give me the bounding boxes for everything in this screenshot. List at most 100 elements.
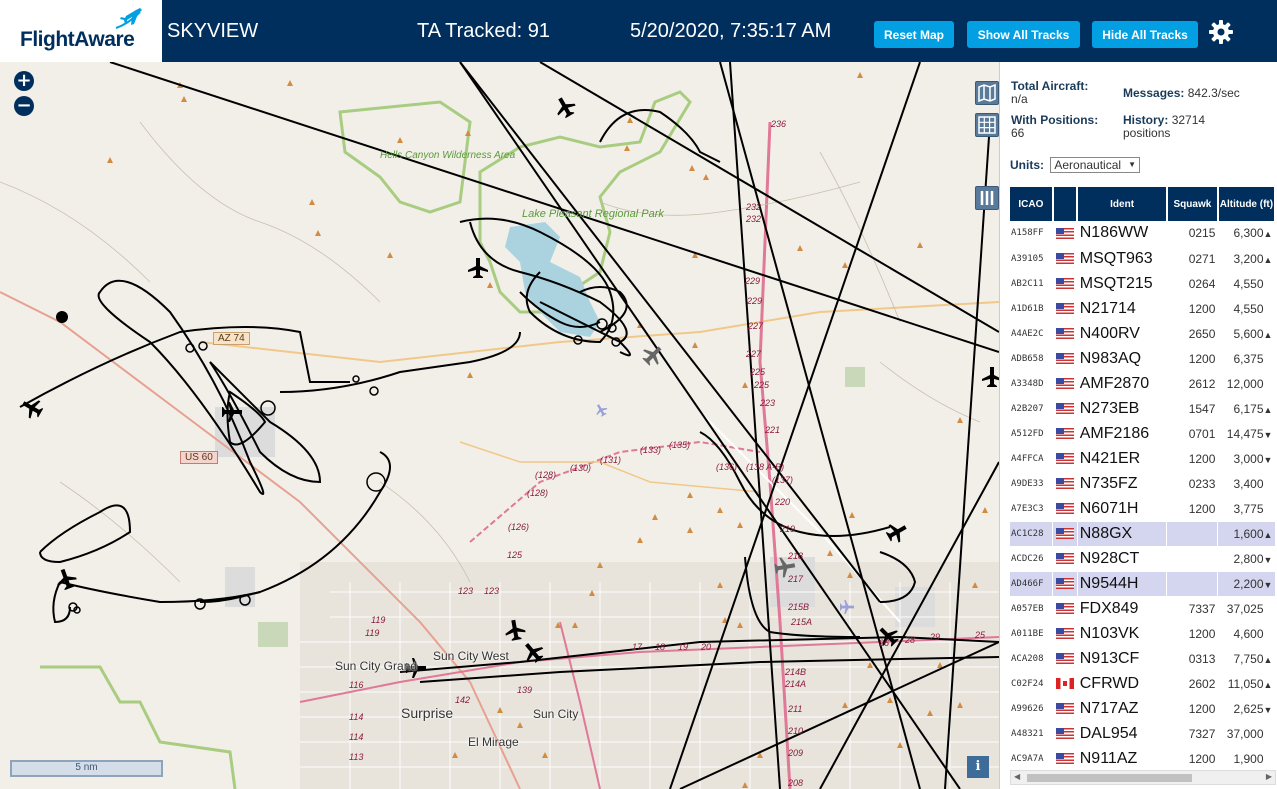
altitude-trend-icon: ▼ (1263, 579, 1273, 590)
col-squawk[interactable]: Squawk (1166, 187, 1219, 221)
exit-label: 218 (788, 551, 804, 561)
squawk-cell: 1200 (1166, 621, 1219, 647)
us-flag-icon (1056, 752, 1075, 764)
altitude-cell: 2,625▼ (1217, 696, 1276, 722)
us-flag-icon (1056, 552, 1075, 564)
squawk-cell: 0313 (1166, 646, 1219, 672)
icao-cell: A057EB (1010, 596, 1054, 622)
aircraft-row[interactable]: AD466F N9544H 2,200▼ (1010, 571, 1276, 597)
altitude-trend-icon: ▼ (1263, 454, 1273, 465)
aircraft-row[interactable]: A2B207 N273EB 1547 6,175▲ (1010, 396, 1276, 422)
aircraft-row[interactable]: AC1C28 N88GX 1,600▲ (1010, 521, 1276, 547)
us-flag-icon (1056, 627, 1075, 639)
aircraft-row[interactable]: A4FFCA N421ER 1200 3,000▼ (1010, 446, 1276, 472)
aircraft-row[interactable]: A9DE33 N735FZ 0233 3,400 (1010, 471, 1276, 497)
squawk-cell: 1200 (1166, 446, 1219, 472)
aircraft-row[interactable]: A7E3C3 N6071H 1200 3,775 (1010, 496, 1276, 522)
total-aircraft-label: Total Aircraft: (1011, 79, 1089, 93)
altitude-value: 4,600 (1233, 626, 1264, 641)
exit-label: 29 (930, 632, 941, 642)
aircraft-row[interactable]: ACDC26 N928CT 2,800▼ (1010, 546, 1276, 572)
exit-label: 123 (484, 586, 500, 596)
exit-label: 209 (788, 748, 804, 758)
with-positions-value: 66 (1011, 126, 1025, 140)
col-altitude[interactable]: Altitude (ft) (1217, 187, 1277, 221)
hide-all-tracks-button[interactable]: Hide All Tracks (1092, 21, 1198, 48)
scroll-right-icon[interactable]: ▶ (1266, 772, 1272, 781)
icao-cell: A1D61B (1010, 296, 1054, 322)
flightaware-logo[interactable]: FlightAware (0, 0, 162, 62)
exit-label: (137) (772, 475, 794, 485)
exit-label: 210 (788, 726, 804, 736)
aircraft-row[interactable]: A1D61B N21714 1200 4,550 (1010, 296, 1276, 322)
zoom-out-button[interactable]: − (14, 96, 34, 116)
altitude-cell: 11,050▲ (1217, 671, 1276, 697)
toggle-sidebar-button[interactable] (975, 186, 999, 210)
aircraft-row[interactable]: ADB658 N983AQ 1200 6,375 (1010, 346, 1276, 372)
units-select[interactable]: Aeronautical (1050, 157, 1141, 173)
map-icon (978, 83, 996, 103)
reset-map-button[interactable]: Reset Map (874, 21, 954, 48)
grid-toggle-button[interactable] (975, 113, 999, 137)
icao-cell: A3348D (1010, 371, 1054, 397)
squawk-cell: 1547 (1166, 396, 1219, 422)
flag-cell (1052, 271, 1078, 297)
exit-label: 214A (785, 679, 807, 689)
exit-label: (133) (640, 445, 662, 455)
exit-label: 225 (754, 380, 770, 390)
exit-label: 219 (780, 524, 796, 534)
aircraft-row[interactable]: A057EB FDX849 7337 37,025 (1010, 596, 1276, 622)
exit-label: 25 (975, 630, 986, 640)
col-icao[interactable]: ICAO (1010, 187, 1054, 221)
us-flag-icon (1056, 727, 1075, 739)
altitude-cell: 4,550 (1217, 296, 1276, 322)
horizontal-scrollbar[interactable]: ◀ ▶ (1010, 770, 1276, 785)
show-all-tracks-button[interactable]: Show All Tracks (967, 21, 1080, 48)
icao-cell: A7E3C3 (1010, 496, 1054, 522)
zoom-in-button[interactable]: + (14, 71, 34, 91)
us-flag-icon (1056, 452, 1075, 464)
exit-label: 114 (349, 732, 364, 742)
ident-cell: AMF2870 (1077, 371, 1168, 397)
aircraft-row[interactable]: A4AE2C N400RV 2650 5,600▲ (1010, 321, 1276, 347)
flag-cell (1052, 596, 1078, 622)
gear-icon[interactable] (1207, 18, 1235, 46)
icao-cell: C02F24 (1010, 671, 1054, 697)
aircraft-row[interactable]: C02F24 CFRWD 2602 11,050▲ (1010, 671, 1276, 697)
col-flag[interactable] (1052, 187, 1079, 221)
squawk-cell: 2650 (1166, 321, 1219, 347)
map-info-button[interactable]: i (967, 756, 989, 778)
icao-cell: A512FD (1010, 421, 1054, 447)
altitude-cell: 6,175▲ (1217, 396, 1276, 422)
exit-label: (135) (669, 440, 691, 450)
flag-cell (1052, 221, 1078, 247)
scrollbar-thumb[interactable] (1027, 774, 1192, 782)
map-layers-button[interactable] (975, 81, 999, 105)
aircraft-row[interactable]: A99626 N717AZ 1200 2,625▼ (1010, 696, 1276, 722)
altitude-value: 2,200 (1233, 576, 1264, 591)
altitude-cell: 4,550 (1217, 271, 1276, 297)
icao-cell: ACA208 (1010, 646, 1054, 672)
exit-label: 227 (748, 321, 764, 331)
aircraft-row[interactable]: A39105 MSQT963 0271 3,200▲ (1010, 246, 1276, 272)
altitude-cell: 3,775 (1217, 496, 1276, 522)
ident-cell: N88GX (1077, 521, 1168, 547)
exit-label: (138 A-B) (746, 462, 785, 472)
aircraft-row[interactable]: A011BE N103VK 1200 4,600 (1010, 621, 1276, 647)
us-flag-icon (1056, 702, 1075, 714)
aircraft-row[interactable]: A48321 DAL954 7327 37,000 (1010, 721, 1276, 747)
ident-cell: N21714 (1077, 296, 1168, 322)
history-label: History: (1123, 113, 1169, 127)
sun-city-label: Sun City (533, 707, 579, 721)
aircraft-row[interactable]: A158FF N186WW 0215 6,300▲ (1010, 221, 1276, 247)
aircraft-row[interactable]: ACA208 N913CF 0313 7,750▲ (1010, 646, 1276, 672)
icao-cell: A9DE33 (1010, 471, 1054, 497)
aircraft-row[interactable]: A512FD AMF2186 0701 14,475▼ (1010, 421, 1276, 447)
ident-cell: MSQT215 (1077, 271, 1168, 297)
aircraft-row[interactable]: A3348D AMF2870 2612 12,000 (1010, 371, 1276, 397)
flight-map[interactable]: Hells Canyon Wilderness Area Lake Pleasa… (0, 62, 999, 789)
col-ident[interactable]: Ident (1077, 187, 1168, 221)
aircraft-row[interactable]: AC9A7A N911AZ 1200 1,900 (1010, 746, 1276, 772)
aircraft-row[interactable]: AB2C11 MSQT215 0264 4,550 (1010, 271, 1276, 297)
scroll-left-icon[interactable]: ◀ (1014, 772, 1020, 781)
